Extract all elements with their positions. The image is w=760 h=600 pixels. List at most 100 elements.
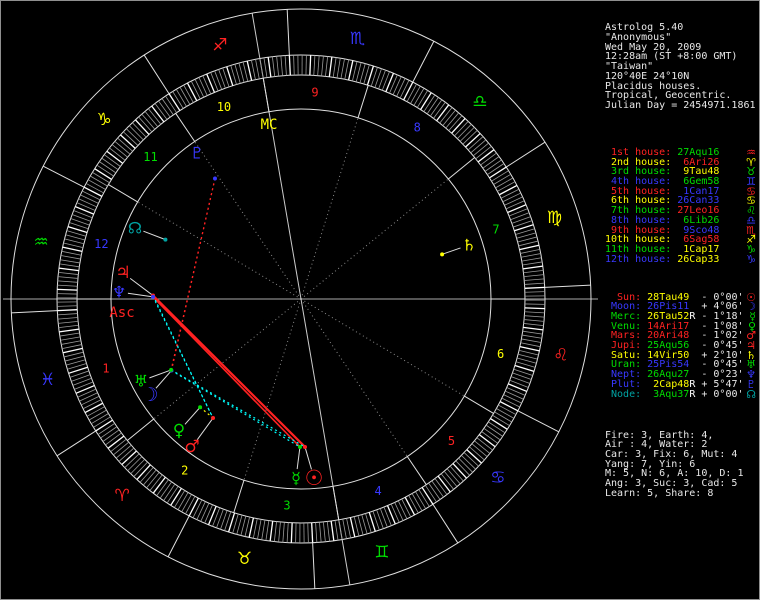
sign-boundary-line bbox=[518, 411, 559, 432]
degree-tick bbox=[86, 183, 104, 192]
degree-tick bbox=[62, 251, 82, 255]
planet-position-value: 3Aqu37 bbox=[647, 389, 689, 400]
house-number-6: 6 bbox=[497, 347, 504, 361]
degree-tick bbox=[178, 492, 188, 509]
degree-tick bbox=[82, 191, 100, 200]
degree-tick bbox=[524, 275, 544, 277]
aspect-line bbox=[171, 179, 215, 370]
planet-pointer-line bbox=[442, 248, 460, 254]
planet-dot-node bbox=[163, 238, 167, 242]
degree-tick bbox=[193, 500, 202, 518]
degree-tick bbox=[496, 409, 513, 419]
degree-tick bbox=[57, 289, 77, 290]
degree-tick bbox=[327, 521, 329, 541]
degree-tick bbox=[258, 519, 262, 539]
degree-tick bbox=[113, 442, 128, 455]
degree-tick bbox=[88, 180, 105, 190]
degree-tick bbox=[264, 58, 267, 78]
house-cusp-line bbox=[333, 486, 339, 520]
degree-tick bbox=[61, 341, 81, 345]
degree-tick bbox=[272, 57, 274, 77]
degree-tick bbox=[444, 471, 457, 486]
degree-tick bbox=[402, 499, 411, 517]
degree-tick bbox=[438, 476, 450, 492]
degree-tick bbox=[160, 482, 172, 498]
degree-tick bbox=[414, 88, 424, 105]
degree-tick bbox=[322, 56, 324, 76]
degree-tick bbox=[520, 347, 540, 351]
aspect-line bbox=[200, 407, 213, 418]
degree-tick bbox=[78, 389, 96, 397]
degree-tick bbox=[152, 106, 164, 122]
degree-tick bbox=[174, 490, 184, 507]
house-cusp-line-inner bbox=[301, 299, 464, 396]
degree-tick bbox=[253, 519, 257, 539]
degree-tick bbox=[312, 523, 313, 543]
degree-tick bbox=[523, 270, 543, 272]
house-number-11: 11 bbox=[143, 150, 157, 164]
degree-tick bbox=[339, 520, 342, 540]
degree-tick bbox=[415, 492, 425, 509]
degree-tick bbox=[466, 133, 481, 147]
degree-tick bbox=[521, 339, 541, 343]
house-cusp-line bbox=[464, 396, 493, 413]
sign-boundary-line bbox=[545, 285, 591, 287]
degree-tick bbox=[63, 247, 83, 251]
degree-tick bbox=[249, 518, 253, 538]
degree-tick bbox=[92, 172, 109, 182]
degree-tick bbox=[164, 484, 175, 501]
house-number-2: 2 bbox=[181, 463, 188, 477]
degree-tick bbox=[447, 469, 460, 484]
degree-tick bbox=[395, 502, 403, 520]
planet-pointer-line bbox=[143, 231, 165, 239]
sign-boundary-line bbox=[168, 516, 189, 557]
degree-tick bbox=[400, 80, 409, 98]
degree-tick bbox=[405, 497, 414, 515]
sign-glyph-libra: ♎ bbox=[472, 92, 487, 112]
degree-tick bbox=[211, 72, 218, 91]
sign-glyph-aquarius: ♒ bbox=[33, 232, 48, 252]
degree-tick bbox=[507, 387, 525, 395]
house-cusp-line bbox=[127, 419, 153, 440]
degree-tick bbox=[187, 83, 196, 101]
degree-tick bbox=[80, 195, 98, 204]
aspect-line bbox=[153, 296, 213, 418]
degree-tick bbox=[467, 450, 482, 463]
degree-tick bbox=[500, 402, 518, 411]
degree-tick bbox=[60, 333, 80, 336]
degree-tick bbox=[108, 436, 124, 448]
house-number-1: 1 bbox=[102, 361, 109, 375]
degree-tick bbox=[176, 89, 186, 106]
degree-tick bbox=[498, 405, 516, 414]
house-cusp-line bbox=[263, 78, 269, 112]
degree-tick bbox=[479, 435, 495, 447]
planet-glyph-mars: ♂ bbox=[184, 437, 199, 457]
degree-tick bbox=[411, 86, 421, 103]
info-panel: Astrolog 5.40"Anonymous"Wed May 20, 2009… bbox=[601, 1, 759, 599]
degree-tick bbox=[459, 458, 473, 472]
degree-tick bbox=[65, 356, 84, 361]
degree-tick bbox=[419, 490, 430, 507]
house-number-9: 9 bbox=[311, 85, 318, 99]
degree-tick bbox=[350, 517, 354, 537]
degree-tick bbox=[157, 480, 169, 496]
degree-tick bbox=[435, 479, 447, 495]
degree-tick bbox=[260, 59, 263, 79]
degree-tick bbox=[508, 384, 527, 392]
degree-tick bbox=[397, 78, 406, 96]
degree-tick bbox=[185, 496, 194, 514]
sign-glyph-cancer: ♋ bbox=[490, 468, 505, 488]
header-line-9: Julian Day = 2454971.1861 bbox=[605, 101, 759, 111]
house-cusp-line-inner bbox=[195, 142, 301, 299]
angle-label-asc: Asc bbox=[109, 305, 134, 321]
degree-tick bbox=[103, 430, 119, 442]
sign-glyph-scorpio: ♏ bbox=[350, 29, 365, 49]
degree-tick bbox=[443, 110, 456, 125]
degree-tick bbox=[171, 488, 182, 505]
degree-tick bbox=[517, 358, 536, 363]
degree-tick bbox=[489, 167, 506, 178]
degree-tick bbox=[58, 314, 78, 315]
planet-glyph-mercury: ☿ bbox=[291, 469, 301, 488]
planet-dot-neptune bbox=[151, 295, 155, 299]
planet-pointer-line bbox=[128, 293, 153, 297]
